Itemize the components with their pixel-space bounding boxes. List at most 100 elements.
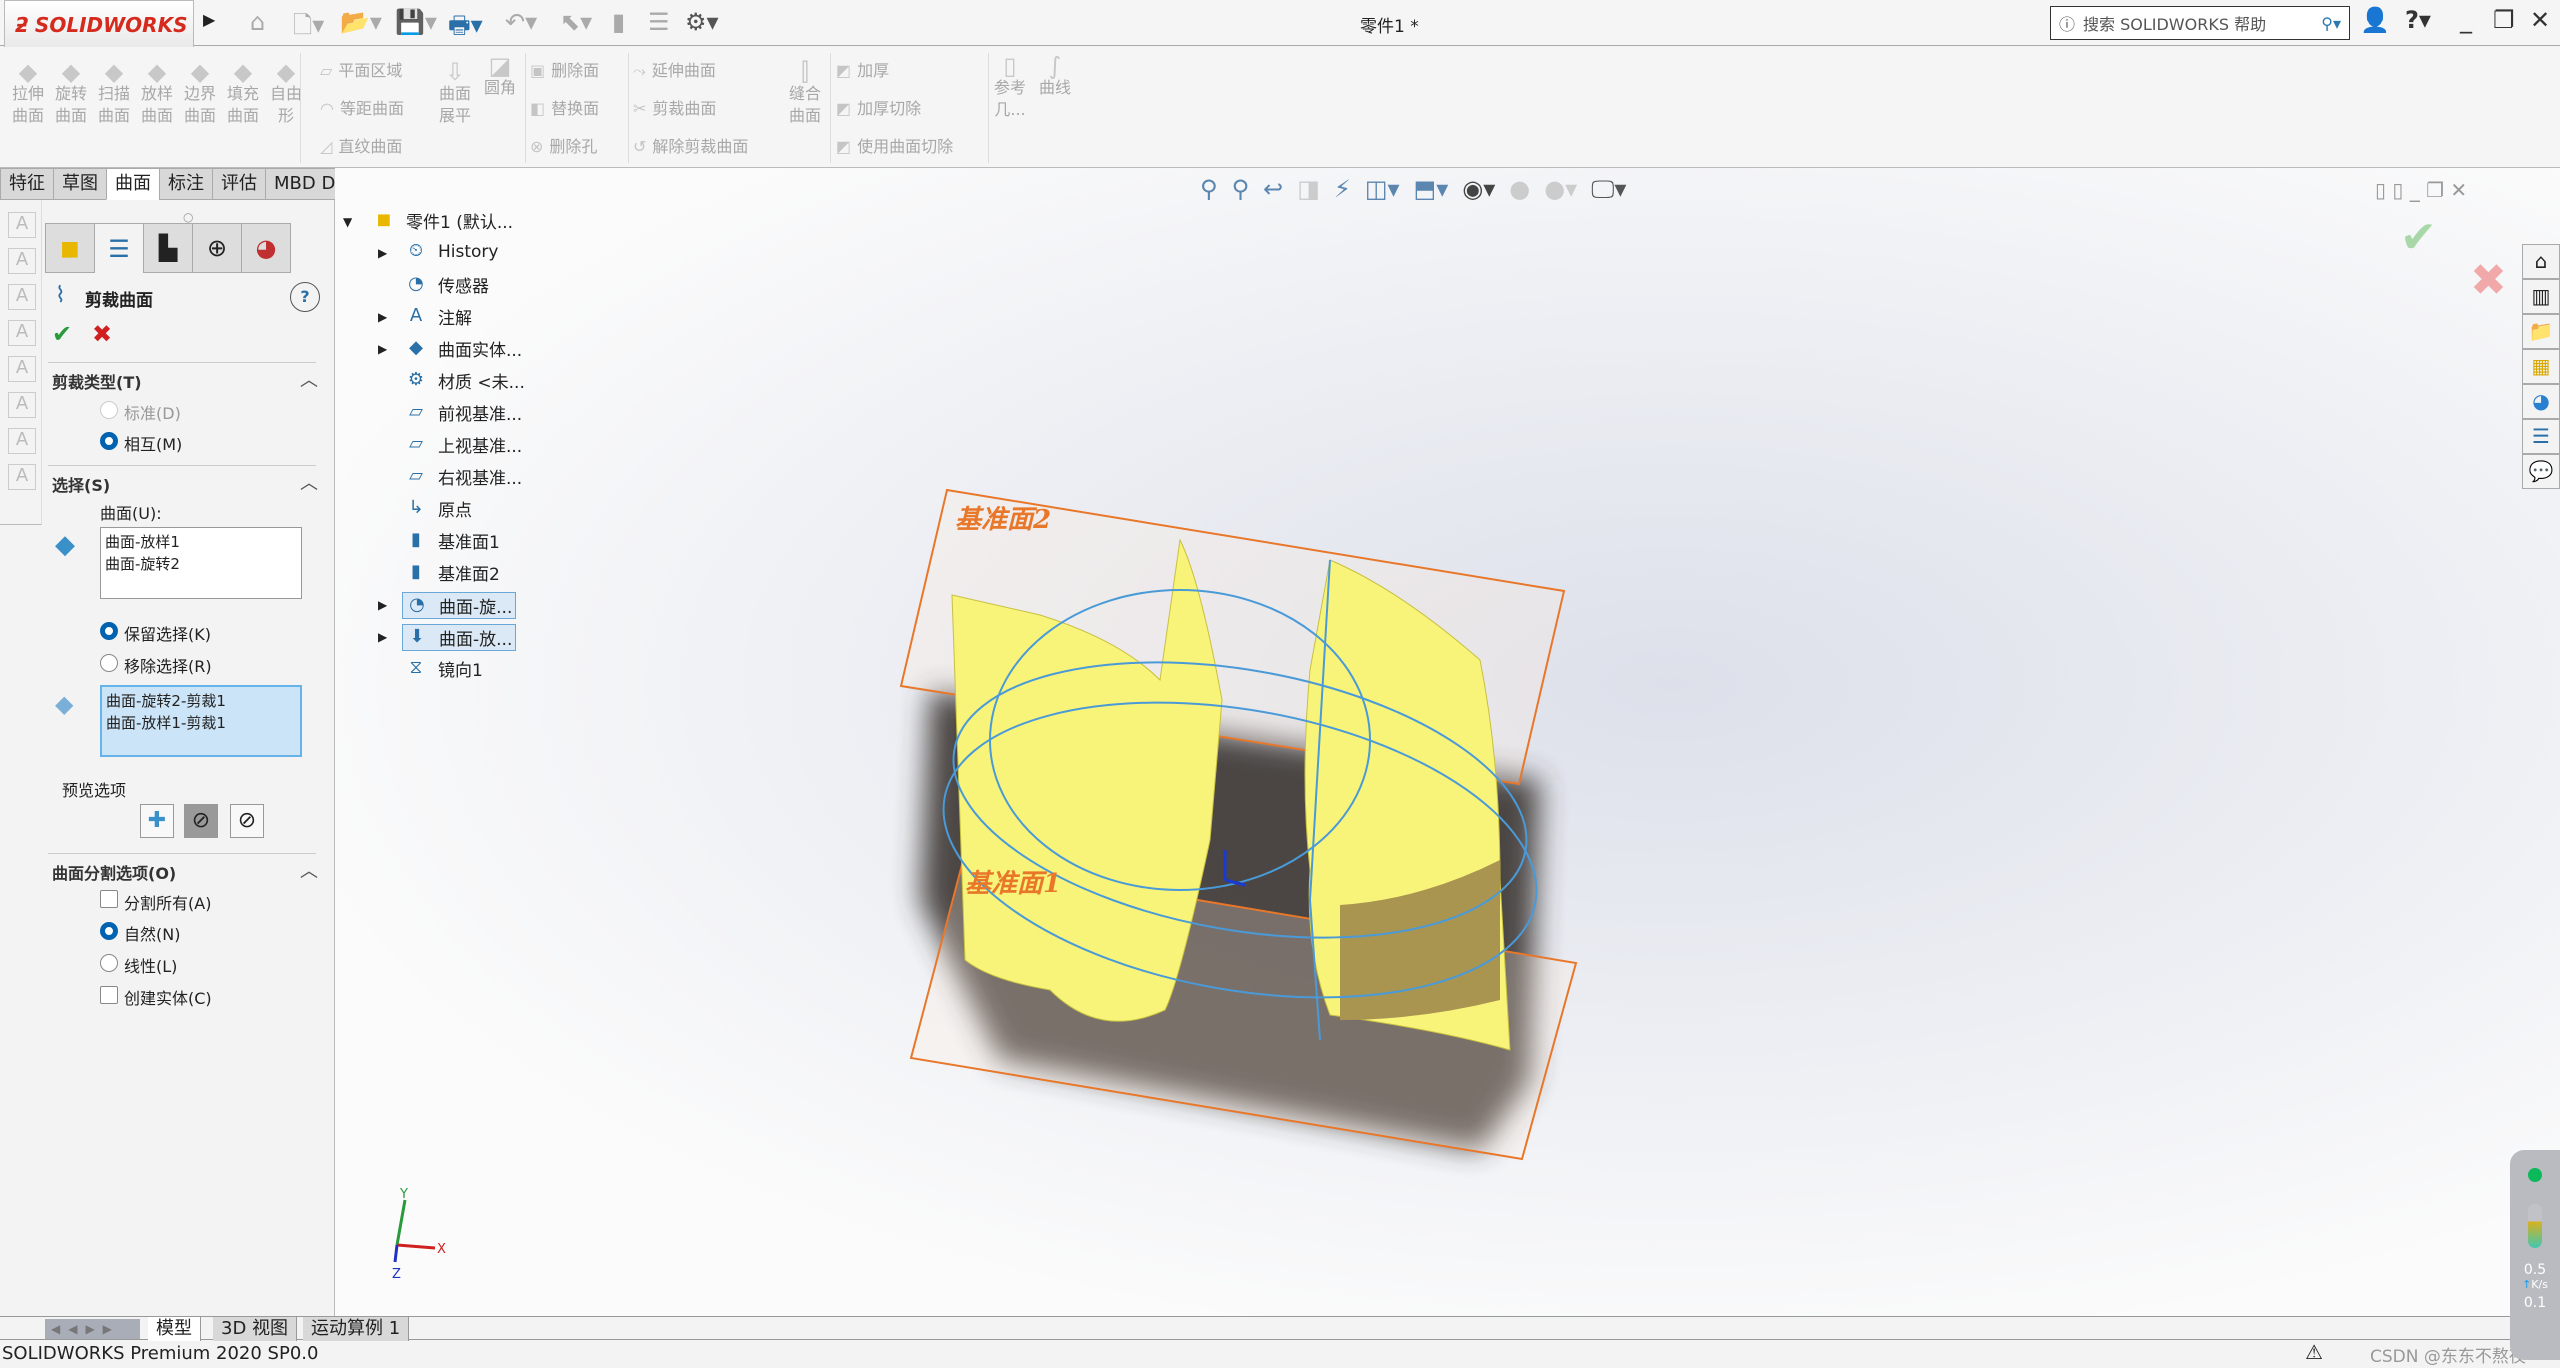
tree-item[interactable]: ⚙ 材质 <未... [402, 368, 525, 394]
tab-0[interactable]: 特征 [0, 168, 54, 200]
fillet-button[interactable]: ◪ 圆角 [480, 54, 520, 99]
fill-surface-button[interactable]: ◆ 填充 曲面 [223, 60, 263, 127]
tree-item[interactable]: ▱ 上视基准... [402, 432, 522, 458]
thicken-button[interactable]: ◩ 加厚 [836, 57, 889, 81]
save-icon[interactable]: 💾▾ [395, 8, 437, 36]
extrude-surface-button[interactable]: ◆ 拉伸 曲面 [8, 60, 48, 127]
curves-button[interactable]: ∫ 曲线 [1035, 54, 1075, 99]
custom-properties-icon[interactable]: ☰ [2522, 419, 2560, 454]
new-document-icon[interactable]: 🗋▾ [293, 8, 324, 49]
tree-item[interactable]: ◆ 曲面实体... [402, 336, 522, 362]
expand-arrow-icon[interactable]: ▶ [378, 310, 387, 324]
split-all-checkbox[interactable] [100, 890, 118, 908]
file-properties-icon[interactable]: ☰ [648, 8, 670, 36]
rebuild-icon[interactable]: ▮ [612, 8, 625, 36]
extend-surface-button[interactable]: ⤳ 延伸曲面 [633, 57, 716, 81]
featuremanager-tab[interactable]: ◼ [45, 223, 95, 273]
tree-item[interactable]: ⧖ 镜向1 [402, 656, 483, 682]
standard-radio[interactable] [100, 401, 118, 419]
mutual-radio[interactable] [100, 432, 118, 450]
annotation-tool-icon[interactable]: A [8, 212, 36, 238]
tree-item[interactable]: ⏲ History [402, 240, 499, 264]
solidworks-logo-menu[interactable]: ƻ SOLIDWORKS [4, 0, 194, 50]
show-both-preview-button[interactable]: ⊘ [230, 804, 264, 838]
replace-face-button[interactable]: ◧ 替换面 [530, 95, 599, 119]
help-menu-icon[interactable]: ?▾ [2405, 6, 2431, 34]
annotation-tool-icon[interactable]: A [8, 356, 36, 382]
close-button[interactable]: ✕ [2530, 6, 2550, 34]
knit-surface-button[interactable]: ⫿ 缝合 曲面 [785, 60, 825, 127]
minimize-button[interactable]: _ [2460, 6, 2472, 34]
annotation-tool-icon[interactable]: A [8, 392, 36, 418]
annotation-tool-icon[interactable]: A [8, 428, 36, 454]
delete-face-button[interactable]: ▣ 删除面 [530, 57, 599, 81]
collapse-root-icon[interactable]: ▼ [343, 215, 352, 229]
list-item[interactable]: 曲面-旋转2 [105, 553, 297, 575]
untrim-surface-button[interactable]: ↺ 解除剪裁曲面 [633, 133, 748, 157]
cut-with-surface-button[interactable]: ◩ 使用曲面切除 [836, 133, 953, 157]
ruled-surface-button[interactable]: ◿ 直纹曲面 [320, 133, 402, 157]
zoom-to-area-icon[interactable]: ⚲ [1232, 175, 1250, 203]
apply-scene-icon[interactable]: ●▾ [1544, 175, 1577, 203]
view-orientation-icon[interactable]: ◫▾ [1365, 175, 1400, 203]
collapse-chevron-icon[interactable]: ︿ [300, 469, 318, 495]
tree-item[interactable]: ▱ 前视基准... [402, 400, 522, 426]
expand-arrow-icon[interactable]: ▶ [378, 246, 387, 260]
remove-selections-radio[interactable] [100, 654, 118, 672]
selection-header[interactable]: 选择(S) [52, 472, 110, 496]
keep-selections-radio[interactable] [100, 622, 118, 640]
loft-surface-button[interactable]: ◆ 放样 曲面 [137, 60, 177, 127]
print-icon[interactable]: 🖶▾ [448, 8, 483, 49]
graphics-area[interactable]: 基准面2 基准面1 Y X Z [335, 168, 2560, 1316]
home-icon[interactable]: ⌂ [250, 8, 265, 36]
revolve-surface-button[interactable]: ◆ 旋转 曲面 [51, 60, 91, 127]
hide-show-items-icon[interactable]: ◉▾ [1462, 175, 1495, 203]
section-view-icon[interactable]: ◨ [1297, 175, 1320, 203]
thickened-cut-button[interactable]: ◩ 加厚切除 [836, 95, 921, 119]
dynamic-annotation-icon[interactable]: ⚡ [1334, 175, 1351, 203]
open-icon[interactable]: 📂▾ [340, 8, 382, 36]
ok-button[interactable]: ✔ [52, 320, 72, 348]
options-gear-icon[interactable]: ⚙▾ [685, 8, 719, 36]
help-button[interactable]: ? [290, 282, 320, 312]
bottom-tab-1[interactable]: 3D 视图 [213, 1317, 298, 1341]
reference-geometry-button[interactable]: ▯ 参考 几... [990, 54, 1030, 121]
confirm-cancel-icon[interactable]: ✖ [2470, 255, 2507, 306]
undo-icon[interactable]: ↶▾ [505, 8, 537, 36]
edit-appearance-icon[interactable]: ● [1509, 175, 1530, 203]
show-included-preview-button[interactable]: ✚ [140, 804, 174, 838]
propertymanager-tab[interactable]: ☰ [94, 223, 144, 273]
trim-surfaces-list[interactable]: 曲面-放样1 曲面-旋转2 [100, 527, 302, 599]
trim-type-header[interactable]: 剪裁类型(T) [52, 369, 142, 393]
viewport-window-controls[interactable]: ▯ ▯ _ ❐ ✕ [2375, 178, 2467, 202]
annotation-tool-icon[interactable]: A [8, 320, 36, 346]
restore-button[interactable]: ❐ [2493, 6, 2515, 34]
tree-item[interactable]: ▮ 基准面1 [402, 528, 500, 554]
confirm-ok-icon[interactable]: ✔ [2400, 212, 2437, 263]
rebuild-warning-icon[interactable]: ⚠ [2305, 1340, 2323, 1364]
expand-arrow-icon[interactable]: ▶ [378, 598, 387, 612]
tree-item[interactable]: ↳ 原点 [402, 496, 472, 522]
display-style-icon[interactable]: ⬒▾ [1414, 175, 1449, 203]
tab-1[interactable]: 草图 [53, 168, 107, 200]
list-item[interactable]: 曲面-放样1-剪裁1 [106, 712, 296, 734]
tree-root-part[interactable]: ◼ 零件1 (默认... [370, 208, 514, 234]
display-manager-tab[interactable]: ◕ [241, 223, 291, 273]
expand-arrow-icon[interactable]: ▶ [378, 630, 387, 644]
solidworks-resources-icon[interactable]: ⌂ [2522, 244, 2560, 279]
forum-icon[interactable]: 💬 [2522, 454, 2560, 489]
cancel-button[interactable]: ✖ [92, 320, 112, 348]
list-item[interactable]: 曲面-放样1 [105, 531, 297, 553]
collapse-chevron-icon[interactable]: ︿ [300, 857, 318, 883]
tab-3[interactable]: 标注 [159, 168, 213, 200]
search-icon[interactable]: ⚲▾ [2321, 14, 2341, 33]
split-options-header[interactable]: 曲面分割选项(O) [52, 860, 176, 884]
previous-view-icon[interactable]: ↩ [1263, 175, 1283, 203]
select-icon[interactable]: ⬉▾ [560, 8, 592, 36]
annotation-tool-icon[interactable]: A [8, 284, 36, 310]
trim-surface-button[interactable]: ✂ 剪裁曲面 [633, 95, 716, 119]
planar-surface-button[interactable]: ▱ 平面区域 [320, 57, 402, 81]
user-icon[interactable]: 👤 [2360, 6, 2390, 34]
linear-radio[interactable] [100, 954, 118, 972]
collapse-chevron-icon[interactable]: ︿ [300, 366, 318, 392]
